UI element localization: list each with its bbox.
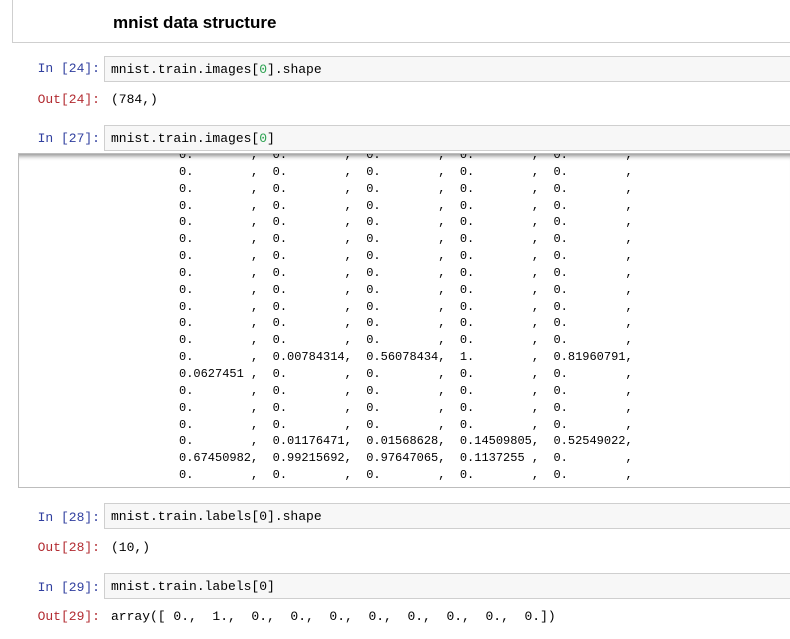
markdown-cell[interactable]: mnist data structure: [12, 0, 790, 43]
array-output-line: 0. , 0. , 0. , 0. , 0. ,: [179, 164, 633, 179]
code-cell-29[interactable]: mnist.train.labels[0]: [104, 573, 790, 599]
in-prompt-28: In [28]:: [37, 510, 100, 525]
code-input-28[interactable]: mnist.train.labels[0].shape: [111, 509, 322, 524]
in-prompt-29: In [29]:: [37, 580, 100, 595]
in-prompt-27: In [27]:: [37, 131, 100, 146]
code-input-24[interactable]: mnist.train.images[0].shape: [111, 62, 322, 77]
array-output-line: 0. , 0. , 0. , 0. , 0. ,: [179, 333, 633, 348]
code-input-29[interactable]: mnist.train.labels[0]: [111, 579, 275, 594]
array-output-line: 0. , 0. , 0. , 0. , 0. ,: [179, 232, 633, 247]
code-input-27[interactable]: mnist.train.images[0]: [111, 131, 275, 146]
output-24: (784,): [111, 92, 158, 107]
output-29: array([ 0., 1., 0., 0., 0., 0., 0., 0., …: [111, 609, 556, 624]
array-output-line: 0.0627451 , 0. , 0. , 0. , 0. ,: [179, 366, 633, 381]
array-output-line: 0. , 0.00784314, 0.56078434, 1. , 0.8196…: [179, 350, 633, 365]
code-cell-27[interactable]: mnist.train.images[0]: [104, 125, 790, 151]
code-cell-24[interactable]: mnist.train.images[0].shape: [104, 56, 790, 82]
array-output-line: 0. , 0. , 0. , 0. , 0. ,: [179, 468, 633, 483]
array-output-line: 0. , 0. , 0. , 0. , 0. ,: [179, 215, 633, 230]
markdown-heading: mnist data structure: [113, 13, 277, 32]
code-cell-28[interactable]: mnist.train.labels[0].shape: [104, 503, 790, 529]
array-output-line: 0. , 0. , 0. , 0. , 0. ,: [179, 299, 633, 314]
array-output-line: 0. , 0. , 0. , 0. , 0. ,: [179, 417, 633, 432]
out-prompt-28: Out[28]:: [37, 540, 100, 555]
out-prompt-24: Out[24]:: [37, 92, 100, 107]
array-output-line: 0. , 0. , 0. , 0. , 0. ,: [179, 198, 633, 213]
output-scroll-area-27[interactable]: 0. , 0. , 0. , 0. , 0. , 0. , 0. , 0. , 0…: [18, 153, 790, 488]
array-output-line: 0. , 0. , 0. , 0. , 0. ,: [179, 153, 633, 162]
array-output-line: 0. , 0. , 0. , 0. , 0. ,: [179, 316, 633, 331]
out-prompt-29: Out[29]:: [37, 609, 100, 624]
array-output-line: 0.67450982, 0.99215692, 0.97647065, 0.11…: [179, 451, 633, 466]
array-output-line: 0. , 0. , 0. , 0. , 0. ,: [179, 265, 633, 280]
array-output-line: 0. , 0. , 0. , 0. , 0. ,: [179, 249, 633, 264]
array-output-line: 0. , 0.01176471, 0.01568628, 0.14509805,…: [179, 434, 633, 449]
array-output-line: 0. , 0. , 0. , 0. , 0. ,: [179, 400, 633, 415]
in-prompt-24: In [24]:: [37, 61, 100, 76]
array-output-line: 0. , 0. , 0. , 0. , 0. ,: [179, 383, 633, 398]
array-output-line: 0. , 0. , 0. , 0. , 0. ,: [179, 181, 633, 196]
array-output-line: 0. , 0. , 0. , 0. , 0. ,: [179, 282, 633, 297]
output-28: (10,): [111, 540, 151, 555]
array-output-27: 0. , 0. , 0. , 0. , 0. , 0. , 0. , 0. , 0…: [179, 153, 633, 484]
